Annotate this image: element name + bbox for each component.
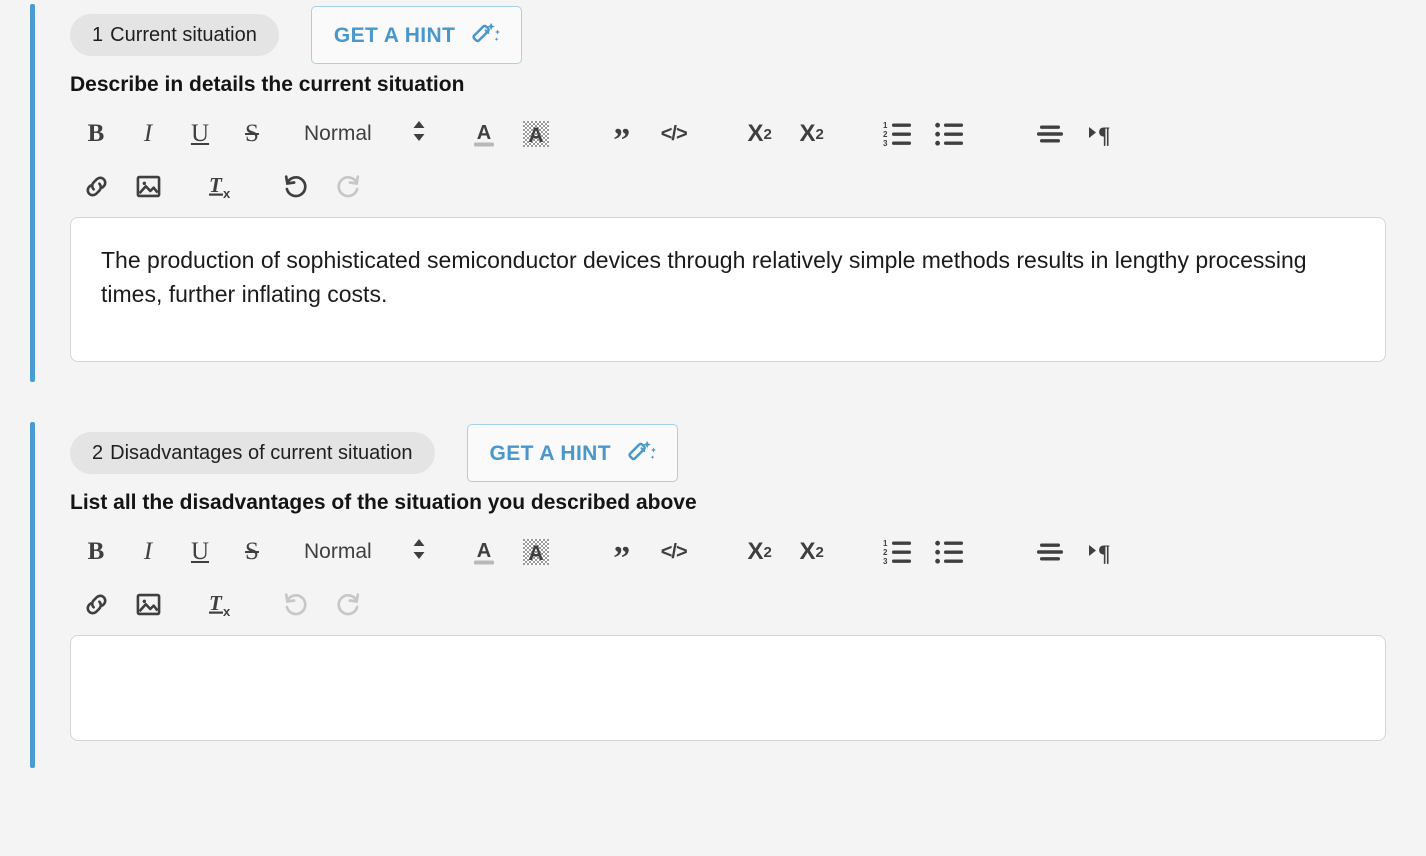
get-a-hint-label: GET A HINT: [489, 441, 611, 465]
svg-text:A: A: [528, 124, 543, 147]
subscript-button[interactable]: X2: [734, 113, 786, 155]
block-format-value: Normal: [304, 122, 372, 146]
block-format-value: Normal: [304, 540, 372, 564]
chevron-updown-icon: [412, 120, 426, 148]
font-color-button[interactable]: A: [458, 531, 510, 573]
undo-icon: [270, 583, 322, 625]
undo-icon[interactable]: [270, 165, 322, 207]
superscript-button[interactable]: X2: [786, 113, 838, 155]
ordered-list-button[interactable]: 1 2 3: [872, 531, 924, 573]
section-title: Disadvantages of current situation: [110, 442, 413, 465]
svg-text:T: T: [209, 173, 223, 197]
section-accent-bar: [30, 422, 35, 769]
svg-text:A: A: [476, 122, 490, 144]
underline-button[interactable]: U: [174, 531, 226, 573]
section-number: 1: [92, 24, 104, 46]
bullet-list-button[interactable]: [924, 113, 976, 155]
magic-wand-icon: [471, 20, 501, 50]
rich-text-editor[interactable]: The production of sophisticated semicond…: [70, 217, 1386, 363]
image-icon[interactable]: [122, 583, 174, 625]
clear-formatting-icon[interactable]: T x: [196, 583, 248, 625]
svg-text:3: 3: [883, 139, 888, 147]
magic-wand-icon: [627, 438, 657, 468]
code-block-button[interactable]: </>: [648, 531, 700, 573]
svg-text:1: 1: [883, 121, 888, 130]
section-accent-bar: [30, 4, 35, 382]
section-number: 2: [92, 442, 104, 465]
strikethrough-button[interactable]: S: [226, 113, 278, 155]
blockquote-button[interactable]: ”: [596, 531, 648, 575]
rich-text-editor[interactable]: [70, 635, 1386, 742]
svg-text:3: 3: [883, 557, 888, 565]
clear-formatting-icon[interactable]: T x: [196, 165, 248, 207]
align-button[interactable]: [1024, 531, 1076, 573]
field-label: List all the disadvantages of the situat…: [70, 491, 697, 515]
svg-text:A: A: [528, 542, 543, 565]
bold-button[interactable]: B: [70, 531, 122, 573]
editor-content: The production of sophisticated semicond…: [101, 247, 1307, 307]
get-a-hint-label: GET A HINT: [333, 23, 456, 47]
image-icon[interactable]: [122, 165, 174, 207]
svg-text:T: T: [209, 591, 223, 615]
subscript-button[interactable]: X2: [734, 531, 786, 573]
block-format-select[interactable]: Normal: [278, 113, 436, 155]
section-header: 1 Current situation GET A HINT: [70, 4, 1386, 66]
svg-text:1: 1: [883, 539, 888, 548]
section-title: Current situation: [110, 24, 257, 46]
bullet-list-button[interactable]: [924, 531, 976, 573]
editor-toolbar-row2: T x: [70, 165, 1250, 207]
section-title-pill: 1 Current situation: [70, 14, 279, 56]
chevron-updown-icon: [412, 538, 426, 566]
blockquote-button[interactable]: ”: [596, 113, 648, 157]
italic-button[interactable]: I: [122, 113, 174, 155]
bold-button[interactable]: B: [70, 113, 122, 155]
svg-text:x: x: [223, 186, 231, 200]
underline-button[interactable]: U: [174, 113, 226, 155]
superscript-button[interactable]: X2: [786, 531, 838, 573]
italic-button[interactable]: I: [122, 531, 174, 573]
svg-text:A: A: [476, 540, 490, 562]
section-header: 2 Disadvantages of current situation GET…: [70, 422, 1386, 484]
editor-toolbar: B I U S Normal A A ” </> X 2 X 2 1 2 3 ¶: [70, 531, 1250, 575]
get-a-hint-button[interactable]: GET A HINT: [310, 6, 523, 64]
ordered-list-button[interactable]: 1 2 3: [872, 113, 924, 155]
link-icon[interactable]: [70, 165, 122, 207]
highlight-color-button[interactable]: A: [510, 531, 562, 573]
text-direction-icon[interactable]: ¶: [1076, 531, 1128, 573]
highlight-color-button[interactable]: A: [510, 113, 562, 155]
svg-text:¶: ¶: [1098, 541, 1110, 565]
section-title-pill: 2 Disadvantages of current situation: [70, 432, 435, 475]
form-section-2: 2 Disadvantages of current situation GET…: [0, 422, 1426, 769]
editor-toolbar: B I U S Normal A A ” </> X 2 X 2 1 2 3 ¶: [70, 113, 1250, 157]
svg-text:2: 2: [883, 130, 888, 139]
text-direction-icon[interactable]: ¶: [1076, 113, 1128, 155]
code-block-button[interactable]: </>: [648, 113, 700, 155]
strikethrough-button[interactable]: S: [226, 531, 278, 573]
editor-toolbar-row2: T x: [70, 583, 1250, 625]
svg-text:2: 2: [883, 548, 888, 557]
font-color-button[interactable]: A: [458, 113, 510, 155]
form-section-1: 1 Current situation GET A HINT Describe …: [0, 4, 1426, 382]
get-a-hint-button[interactable]: GET A HINT: [466, 424, 678, 483]
redo-icon: [322, 165, 374, 207]
align-button[interactable]: [1024, 113, 1076, 155]
svg-text:x: x: [223, 604, 231, 618]
svg-text:¶: ¶: [1098, 123, 1110, 147]
field-label: Describe in details the current situatio…: [70, 73, 465, 96]
form-page: 1 Current situation GET A HINT Describe …: [0, 0, 1426, 856]
redo-icon: [322, 583, 374, 625]
link-icon[interactable]: [70, 583, 122, 625]
block-format-select[interactable]: Normal: [278, 531, 436, 573]
